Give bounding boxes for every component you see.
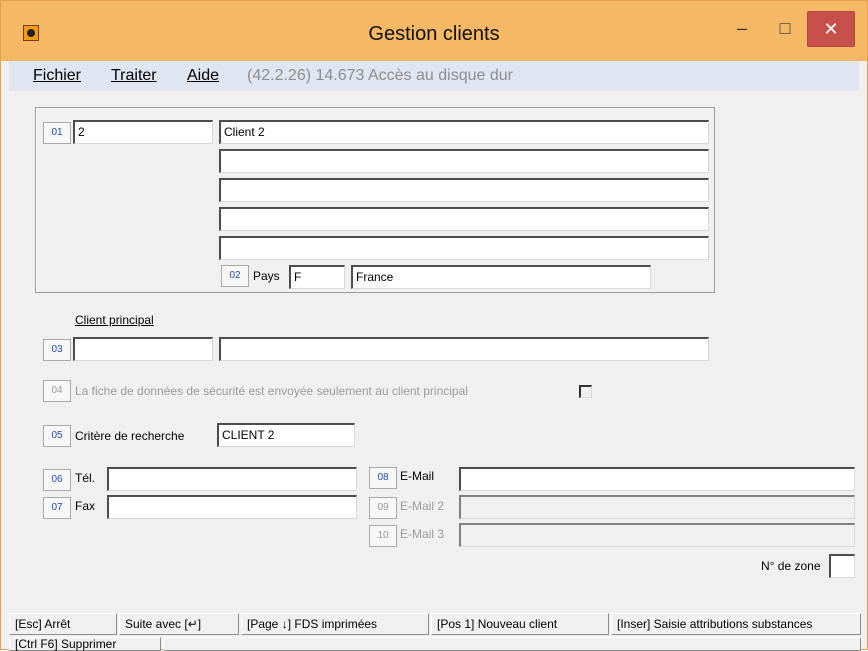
field-02-button[interactable]: 02	[221, 265, 249, 287]
principal-code-field[interactable]	[73, 337, 213, 361]
menu-fichier[interactable]: Fichier	[33, 61, 81, 91]
pays-label: Pays	[253, 269, 280, 283]
address-line-5[interactable]	[219, 236, 709, 260]
email3-label: E-Mail 3	[400, 527, 445, 541]
status-esc-arret[interactable]: [Esc] Arrêt	[9, 613, 117, 635]
title-bar[interactable]: Gestion clients – □ ✕	[1, 1, 867, 61]
principal-name-field[interactable]	[219, 337, 709, 361]
minimize-button[interactable]: –	[719, 11, 765, 45]
field-07-button[interactable]: 07	[43, 497, 71, 519]
status-nouveau-client[interactable]: [Pos 1] Nouveau client	[431, 613, 609, 635]
status-supprimer[interactable]: [Ctrl F6] Supprimer	[9, 637, 161, 651]
email3-field	[459, 523, 855, 547]
field-05-button[interactable]: 05	[43, 425, 71, 447]
field-08-button[interactable]: 08	[369, 467, 397, 489]
country-name-field[interactable]: France	[351, 265, 651, 289]
field-06-button[interactable]: 06	[43, 469, 71, 491]
close-button[interactable]: ✕	[807, 11, 855, 47]
search-criteria-label: Critère de recherche	[75, 429, 185, 443]
safety-sheet-checkbox	[579, 385, 592, 398]
menu-aide[interactable]: Aide	[187, 61, 219, 91]
zone-label: N° de zone	[761, 559, 821, 573]
app-window: Gestion clients – □ ✕ Fichier Traiter Ai…	[0, 0, 868, 651]
address-line-1[interactable]: Client 2	[219, 120, 709, 144]
fax-label: Fax	[75, 499, 96, 513]
search-criteria-field[interactable]: CLIENT 2	[217, 423, 355, 447]
tel-label: Tél.	[75, 471, 96, 485]
email2-field	[459, 495, 855, 519]
field-09-button: 09	[369, 497, 397, 519]
field-03-button[interactable]: 03	[43, 339, 71, 361]
menu-bar: Fichier Traiter Aide (42.2.26) 14.673 Ac…	[9, 61, 859, 91]
function-key-bar: [Esc] Arrêt Suite avec [↵] [Page ↓] FDS …	[9, 613, 861, 635]
client-number-field[interactable]: 2	[73, 120, 213, 144]
menu-traiter[interactable]: Traiter	[111, 61, 157, 91]
client-principal-heading: Client principal	[75, 313, 154, 327]
country-code-field[interactable]: F	[289, 265, 345, 289]
field-10-button: 10	[369, 525, 397, 547]
fax-field[interactable]	[107, 495, 357, 519]
status-saisie-attributions[interactable]: [Inser] Saisie attributions substances	[611, 613, 861, 635]
menu-status-text: (42.2.26) 14.673 Accès au disque dur	[247, 67, 513, 84]
maximize-button[interactable]: □	[765, 11, 805, 45]
safety-sheet-label: La fiche de données de sécurité est envo…	[75, 384, 468, 398]
email-field[interactable]	[459, 467, 855, 491]
status-empty	[163, 637, 861, 651]
email2-label: E-Mail 2	[400, 499, 445, 513]
address-line-4[interactable]	[219, 207, 709, 231]
field-04-button: 04	[43, 380, 71, 402]
zone-field[interactable]	[829, 554, 855, 578]
field-01-button[interactable]: 01	[43, 122, 71, 144]
email-label: E-Mail	[400, 469, 435, 483]
status-suite[interactable]: Suite avec [↵]	[119, 613, 239, 635]
address-line-2[interactable]	[219, 149, 709, 173]
status-fds-imprimees[interactable]: [Page ↓] FDS imprimées	[241, 613, 429, 635]
function-key-bar-2: [Ctrl F6] Supprimer	[9, 637, 861, 651]
address-line-3[interactable]	[219, 178, 709, 202]
tel-field[interactable]	[107, 467, 357, 491]
